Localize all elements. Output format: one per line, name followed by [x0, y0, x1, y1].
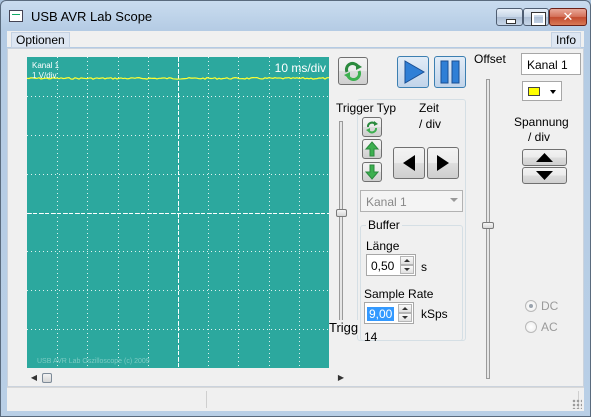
arrow-up-icon: [364, 141, 380, 157]
zeit-per-div-label: / div: [419, 117, 442, 131]
time-div-decrease-button[interactable]: [393, 147, 425, 179]
play-button[interactable]: [397, 56, 429, 88]
close-button[interactable]: ✕: [549, 8, 587, 26]
scroll-right-icon[interactable]: ▶: [334, 371, 348, 385]
arrow-down-icon: [364, 164, 380, 180]
volts-per-div-label: 1 V/div: [32, 71, 57, 80]
minimize-button[interactable]: [496, 8, 523, 26]
triangle-up-icon: [536, 153, 553, 162]
trigger-source-select[interactable]: Kanal 1: [360, 190, 463, 212]
close-icon: ✕: [562, 9, 574, 24]
client-area: Kanal 1 1 V/div 10 ms/div USB AVR Lab Os…: [7, 48, 584, 387]
coupling-dc-radio[interactable]: [525, 300, 537, 312]
time-div-increase-button[interactable]: [427, 147, 459, 179]
pause-button[interactable]: [434, 56, 466, 88]
resize-grip-icon[interactable]: [572, 399, 582, 409]
trigger-short-label: Trigg: [329, 320, 359, 335]
app-icon: [9, 10, 23, 22]
status-bar: [7, 387, 584, 411]
channel-color-swatch: [528, 87, 540, 96]
scope-grid: [27, 57, 329, 368]
scope-display[interactable]: Kanal 1 1 V/div 10 ms/div USB AVR Lab Os…: [27, 57, 329, 368]
coupling-dc-label: DC: [541, 299, 559, 313]
time-per-div-label: 10 ms/div: [274, 61, 326, 75]
spin-down-icon[interactable]: [398, 313, 412, 322]
zeit-label: Zeit: [419, 101, 440, 115]
menu-optionen[interactable]: Optionen: [11, 32, 70, 48]
trigger-value-label: 14: [364, 330, 378, 344]
channel-name-label: Kanal 1: [32, 61, 60, 70]
spin-up-icon[interactable]: [398, 304, 412, 313]
horizontal-scrollbar[interactable]: ◀ ▶: [27, 371, 348, 385]
coupling-ac-radio[interactable]: [525, 321, 537, 333]
play-icon: [404, 60, 425, 84]
refresh-icon: [344, 61, 362, 82]
chevron-down-icon: [450, 198, 458, 202]
spin-down-icon[interactable]: [400, 265, 414, 274]
channel-color-picker[interactable]: [522, 81, 562, 101]
channel-select[interactable]: Kanal 1: [521, 53, 581, 75]
buffer-length-unit: s: [421, 260, 427, 274]
trigger-level-slider[interactable]: [339, 121, 343, 321]
volt-div-increase-button[interactable]: [522, 149, 567, 166]
sample-rate-unit: kSps: [421, 307, 448, 321]
offset-label: Offset: [474, 52, 506, 66]
app-window: USB AVR Lab Scope ✕ Optionen Info Kanal …: [0, 0, 591, 417]
scope-watermark: USB AVR Lab Oszilloscope (c) 2009: [37, 358, 150, 365]
window-title: USB AVR Lab Scope: [31, 9, 153, 24]
menu-info[interactable]: Info: [550, 32, 581, 48]
trigger-level-thumb[interactable]: [336, 209, 347, 217]
arrow-left-icon: [403, 155, 415, 171]
refresh-button[interactable]: [338, 57, 368, 85]
status-pane-2: [208, 391, 579, 408]
maximize-button[interactable]: [523, 8, 549, 26]
trigger-source-value: Kanal 1: [366, 195, 407, 209]
triangle-down-icon: [536, 171, 553, 180]
refresh-icon: [366, 121, 378, 134]
buffer-length-label: Länge: [366, 239, 400, 253]
volt-div-decrease-button[interactable]: [522, 167, 567, 184]
trigger-rising-button[interactable]: [362, 139, 382, 159]
title-bar[interactable]: USB AVR Lab Scope ✕: [1, 1, 590, 31]
status-pane-1: [7, 391, 207, 408]
arrow-right-icon: [437, 155, 449, 171]
sample-rate-value[interactable]: 9,00: [367, 307, 395, 321]
spannung-label: Spannung: [514, 115, 569, 129]
trigger-auto-button[interactable]: [362, 117, 382, 137]
sample-rate-label: Sample Rate: [364, 287, 434, 301]
buffer-length-spinner[interactable]: 0,50: [366, 254, 416, 276]
pause-icon: [440, 60, 460, 84]
menu-bar: Optionen Info: [7, 31, 584, 48]
scroll-left-icon[interactable]: ◀: [27, 371, 41, 385]
spannung-per-div-label: / div: [528, 130, 551, 144]
spin-up-icon[interactable]: [400, 256, 414, 265]
sample-rate-spinner[interactable]: 9,00: [364, 302, 414, 324]
coupling-ac-label: AC: [541, 320, 558, 334]
scroll-thumb[interactable]: [42, 373, 52, 383]
channel-select-value: Kanal 1: [527, 58, 568, 72]
offset-slider[interactable]: [486, 79, 490, 379]
offset-slider-thumb[interactable]: [482, 222, 494, 229]
trigger-type-label: Trigger Typ: [334, 101, 399, 115]
chevron-down-icon: [550, 90, 556, 94]
trigger-falling-button[interactable]: [362, 162, 382, 182]
buffer-length-value: 0,50: [371, 259, 395, 273]
buffer-heading: Buffer: [366, 218, 402, 232]
